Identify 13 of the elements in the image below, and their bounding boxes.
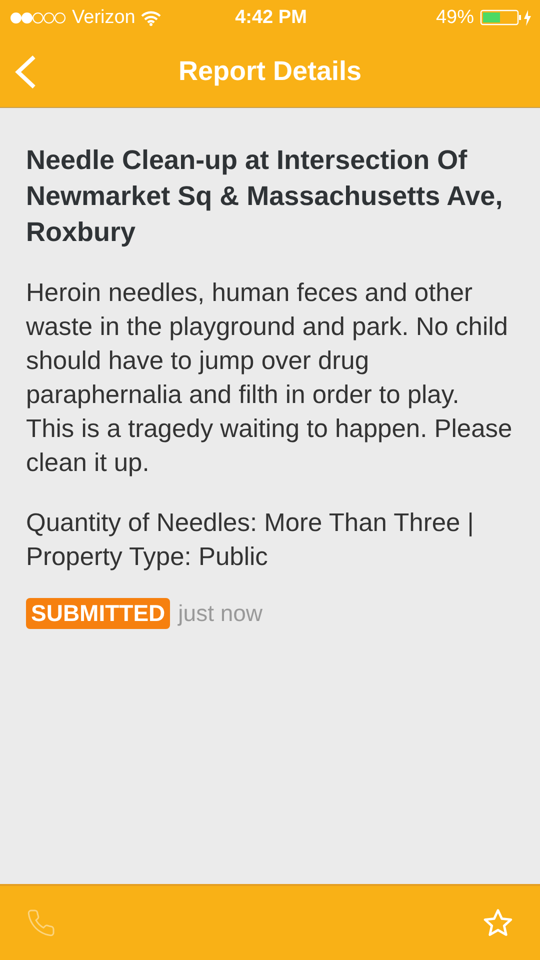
wifi-icon: [141, 10, 162, 26]
report-title: Needle Clean-up at Intersection Of Newmarket Sq & Massachusetts Ave, Roxbury: [26, 144, 504, 249]
report-description: Heroin needles, human feces and other waste in the playground and park. No child should have to jump over drug paraphernalia and filth in order to play. This is a tragedy waiting to happen. Please clean it up.: [26, 278, 514, 479]
signal-icon: [10, 12, 66, 24]
status-badge: SUBMITTED: [26, 598, 170, 629]
battery-percentage: 49%: [436, 7, 474, 29]
page-title: Report Details: [178, 56, 362, 87]
clock-time: 4:42 PM: [235, 7, 307, 29]
submitted-time: just now: [178, 600, 263, 627]
star-icon[interactable]: [482, 907, 514, 939]
report-details: Quantity of Needles: More Than Three | Property Type: Public: [26, 508, 475, 573]
battery-charging-icon: [480, 9, 532, 27]
carrier-name: Verizon: [72, 7, 136, 29]
